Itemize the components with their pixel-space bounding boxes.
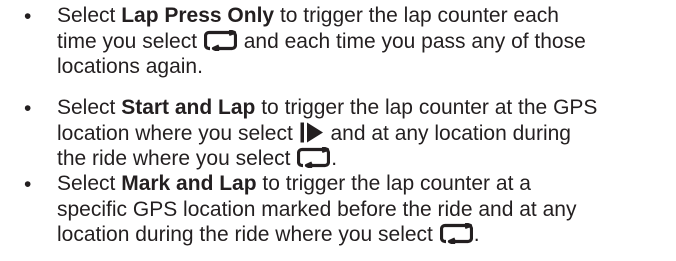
lap-icon (439, 223, 473, 244)
text-line: location during the ride where you selec… (57, 223, 480, 246)
text-line: location where you select and at any loc… (57, 121, 571, 145)
bullet-marker: • (24, 173, 32, 196)
lap-icon (203, 29, 237, 51)
text-line: time you select and each time you pass a… (57, 29, 586, 53)
text-line: locations again. (57, 55, 203, 78)
list-item-text: Select Start and Lap to trigger the lap … (57, 95, 669, 172)
start-icon (300, 122, 324, 143)
text-line: Select Mark and Lap to trigger the lap c… (57, 172, 531, 195)
bullet-marker: • (24, 5, 32, 28)
option-name-mark-and-lap: Mark and Lap (121, 172, 257, 195)
text-line: Select Lap Press Only to trigger the lap… (57, 4, 559, 27)
bullet-marker: • (24, 97, 32, 120)
list-item-text: Select Lap Press Only to trigger the lap… (57, 3, 669, 80)
text-line: specific GPS location marked before the … (57, 197, 577, 221)
text-line: Select Start and Lap to trigger the lap … (57, 96, 598, 119)
list-item-text: Select Mark and Lap to trigger the lap c… (57, 171, 669, 248)
option-name-lap-press-only: Lap Press Only (121, 4, 275, 27)
option-name-start-and-lap: Start and Lap (121, 96, 256, 119)
text-line: the ride where you select . (57, 147, 338, 170)
lap-icon (297, 147, 331, 168)
